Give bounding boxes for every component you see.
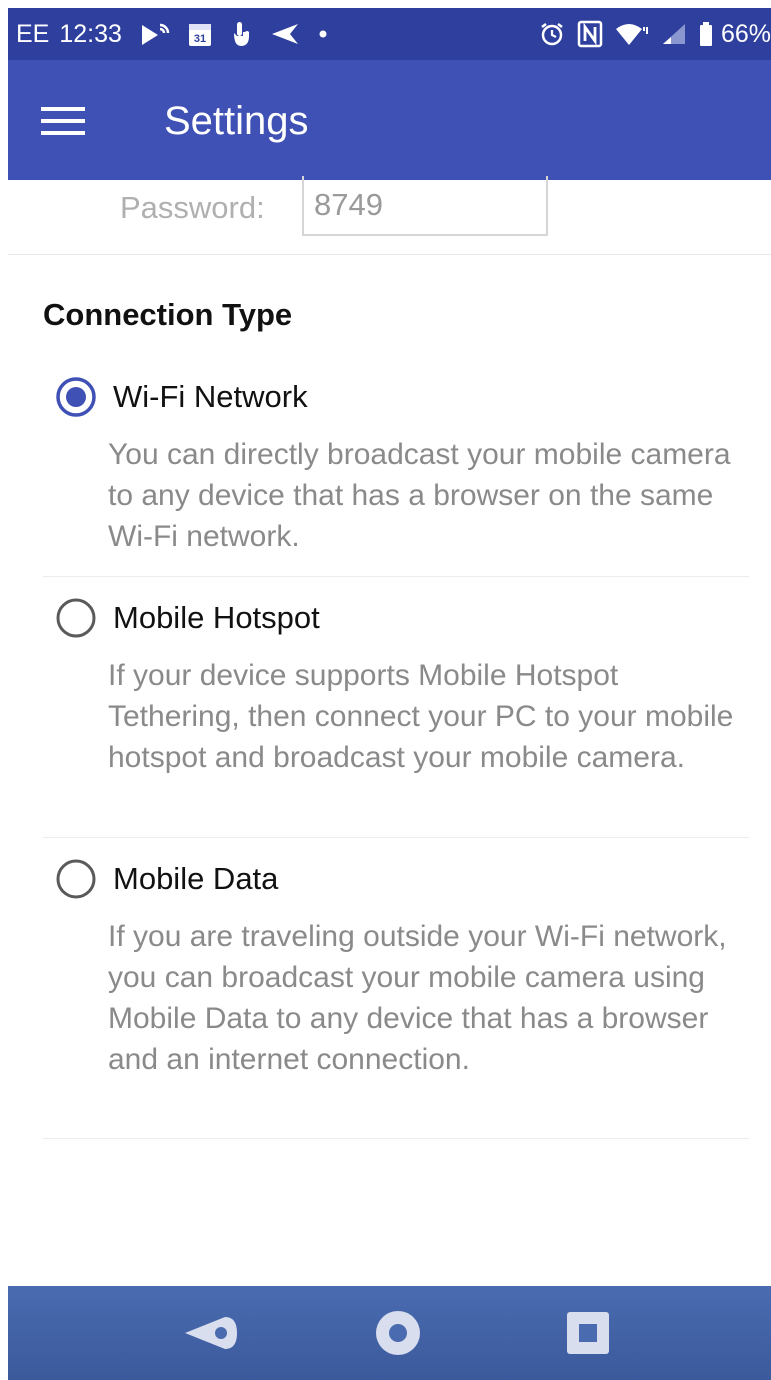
option-description: You can directly broadcast your mobile c… bbox=[108, 438, 731, 553]
dot-icon bbox=[318, 19, 328, 49]
carrier-name: EE bbox=[16, 19, 50, 48]
password-row: Password: bbox=[8, 176, 771, 254]
signal-icon bbox=[661, 19, 687, 49]
option-label: Mobile Hotspot bbox=[113, 600, 320, 635]
battery-percentage: 66% bbox=[720, 19, 771, 48]
nfc-icon bbox=[577, 19, 603, 49]
screen: EE 12:33 31 66% Settings Password: 8749 … bbox=[8, 8, 771, 1380]
divider bbox=[43, 576, 749, 577]
radio-unselected-icon[interactable] bbox=[55, 858, 97, 900]
send-icon bbox=[270, 19, 300, 49]
calendar-icon: 31 bbox=[188, 19, 212, 49]
status-bar: EE 12:33 31 66% bbox=[8, 8, 771, 60]
battery-icon bbox=[699, 19, 713, 49]
recents-icon[interactable] bbox=[558, 1306, 618, 1360]
option-mobile-hotspot[interactable]: Mobile Hotspot If your device supports M… bbox=[43, 589, 749, 838]
calendar-day-number: 31 bbox=[194, 33, 206, 45]
home-icon[interactable] bbox=[368, 1306, 428, 1360]
app-bar: Settings bbox=[8, 60, 771, 180]
option-wifi-network[interactable]: Wi-Fi Network You can directly broadcast… bbox=[43, 368, 749, 577]
alarm-icon bbox=[539, 19, 565, 49]
divider bbox=[43, 1138, 749, 1139]
password-input[interactable] bbox=[302, 176, 548, 236]
option-description: If your device supports Mobile Hotspot T… bbox=[108, 659, 734, 774]
divider bbox=[8, 254, 771, 255]
cast-icon bbox=[140, 19, 170, 49]
section-header-connection-type: Connection Type bbox=[43, 297, 293, 332]
option-description: If you are traveling outside your Wi-Fi … bbox=[108, 920, 727, 1076]
option-mobile-data[interactable]: Mobile Data If you are traveling outside… bbox=[43, 850, 749, 1139]
navigation-bar bbox=[8, 1286, 771, 1380]
clock-time: 12:33 bbox=[59, 19, 122, 48]
divider bbox=[43, 837, 749, 838]
radio-selected-icon[interactable] bbox=[55, 376, 97, 418]
touch-icon bbox=[230, 19, 252, 49]
hamburger-menu-icon[interactable] bbox=[32, 90, 94, 152]
radio-unselected-icon[interactable] bbox=[55, 597, 97, 639]
option-label: Wi-Fi Network bbox=[113, 379, 308, 414]
option-label: Mobile Data bbox=[113, 861, 279, 896]
wifi-icon bbox=[615, 19, 649, 49]
page-title: Settings bbox=[164, 99, 309, 143]
back-icon[interactable] bbox=[181, 1306, 241, 1360]
password-label: Password: bbox=[120, 190, 265, 225]
